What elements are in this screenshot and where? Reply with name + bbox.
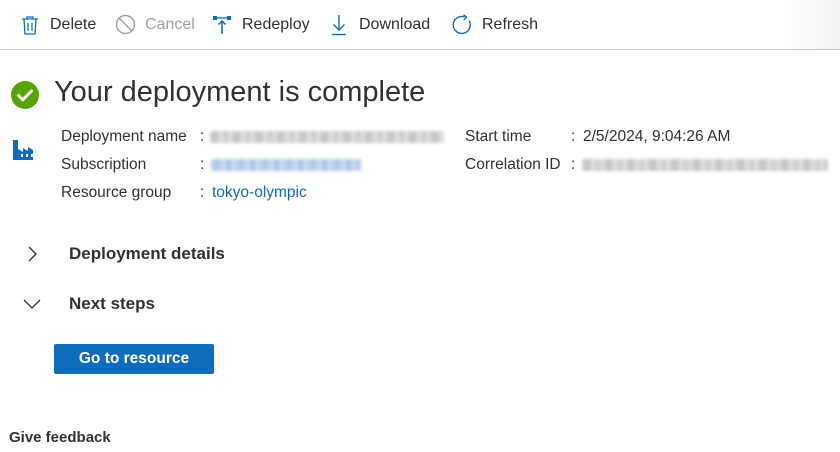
redeploy-label: Redeploy [242,15,310,33]
command-bar: Delete Cancel Redeploy Download Refresh [0,0,840,50]
deployment-resource-icon [12,137,38,161]
start-time-value: 2/5/2024, 9:04:26 AM [583,128,731,145]
separator: : [571,128,576,145]
chevron-down-icon [22,294,42,314]
cancel-button[interactable]: Cancel [114,0,195,49]
separator: : [571,156,576,173]
redeploy-icon [211,14,233,36]
download-button[interactable]: Download [328,0,430,49]
next-steps-title: Next steps [69,294,155,313]
deployment-details-title: Deployment details [69,244,225,263]
go-to-resource-button[interactable]: Go to resource [54,344,214,374]
correlation-id-label: Correlation ID [465,156,561,173]
redeploy-button[interactable]: Redeploy [211,0,310,49]
download-label: Download [359,15,431,33]
deployment-name-label: Deployment name [61,128,187,145]
delete-label: Delete [50,15,97,33]
deployment-details-section[interactable]: Deployment details [22,244,225,264]
success-check-icon [11,81,39,109]
resource-group-link[interactable]: tokyo-olympic [212,183,307,203]
separator: : [200,128,205,145]
cancel-icon [114,14,136,36]
separator: : [200,184,205,201]
refresh-icon [451,13,473,36]
start-time-label: Start time [465,128,532,145]
page-title: Your deployment is complete [54,76,426,108]
resource-group-label: Resource group [61,184,172,201]
delete-button[interactable]: Delete [19,0,96,49]
download-icon [328,14,350,36]
trash-icon [19,14,41,36]
subscription-label: Subscription [61,156,147,173]
next-steps-section[interactable]: Next steps [22,294,155,314]
correlation-id-value-redacted [582,159,828,171]
deployment-name-value-redacted [210,131,444,143]
chevron-right-icon [22,244,42,264]
subscription-link-redacted[interactable] [211,159,361,171]
refresh-button[interactable]: Refresh [451,0,538,49]
give-feedback-link[interactable]: Give feedback [9,429,111,446]
deployment-overview-page: Delete Cancel Redeploy Download Refresh … [0,0,840,452]
cancel-label: Cancel [145,15,195,33]
separator: : [200,156,205,173]
refresh-label: Refresh [482,15,539,33]
